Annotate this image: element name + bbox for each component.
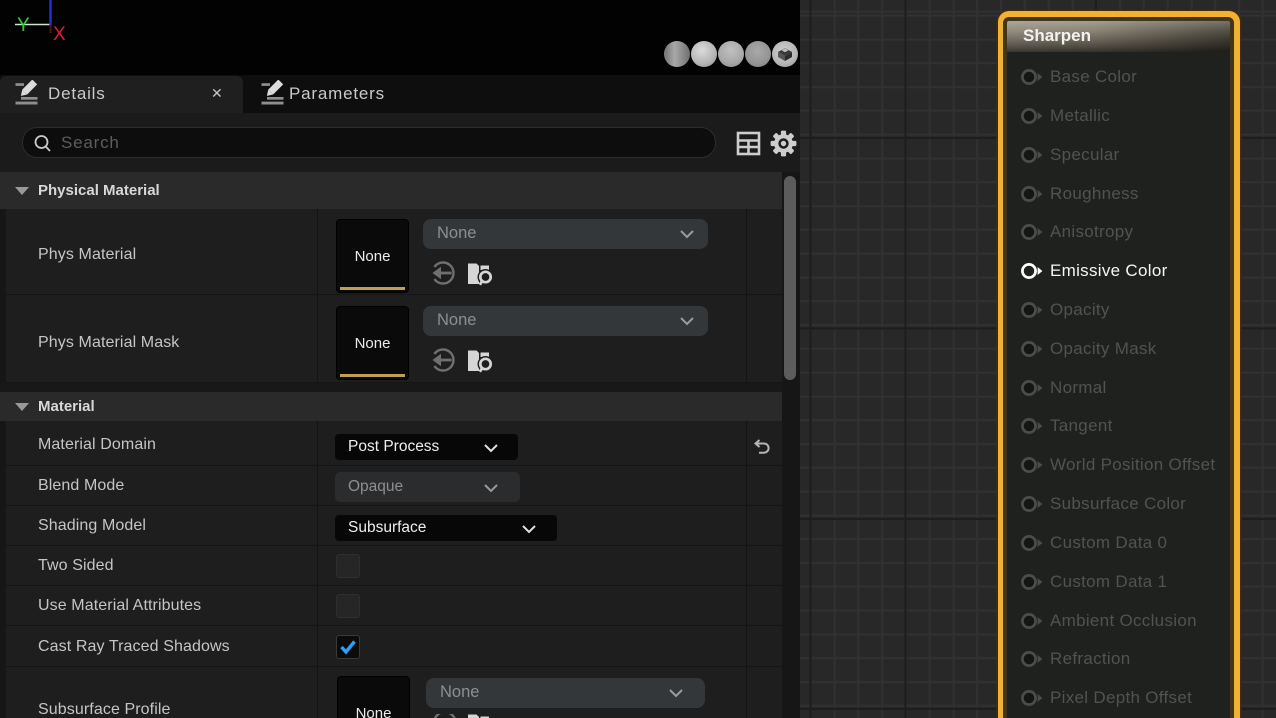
svg-text:X: X (53, 24, 66, 45)
svg-text:Y: Y (17, 15, 30, 36)
